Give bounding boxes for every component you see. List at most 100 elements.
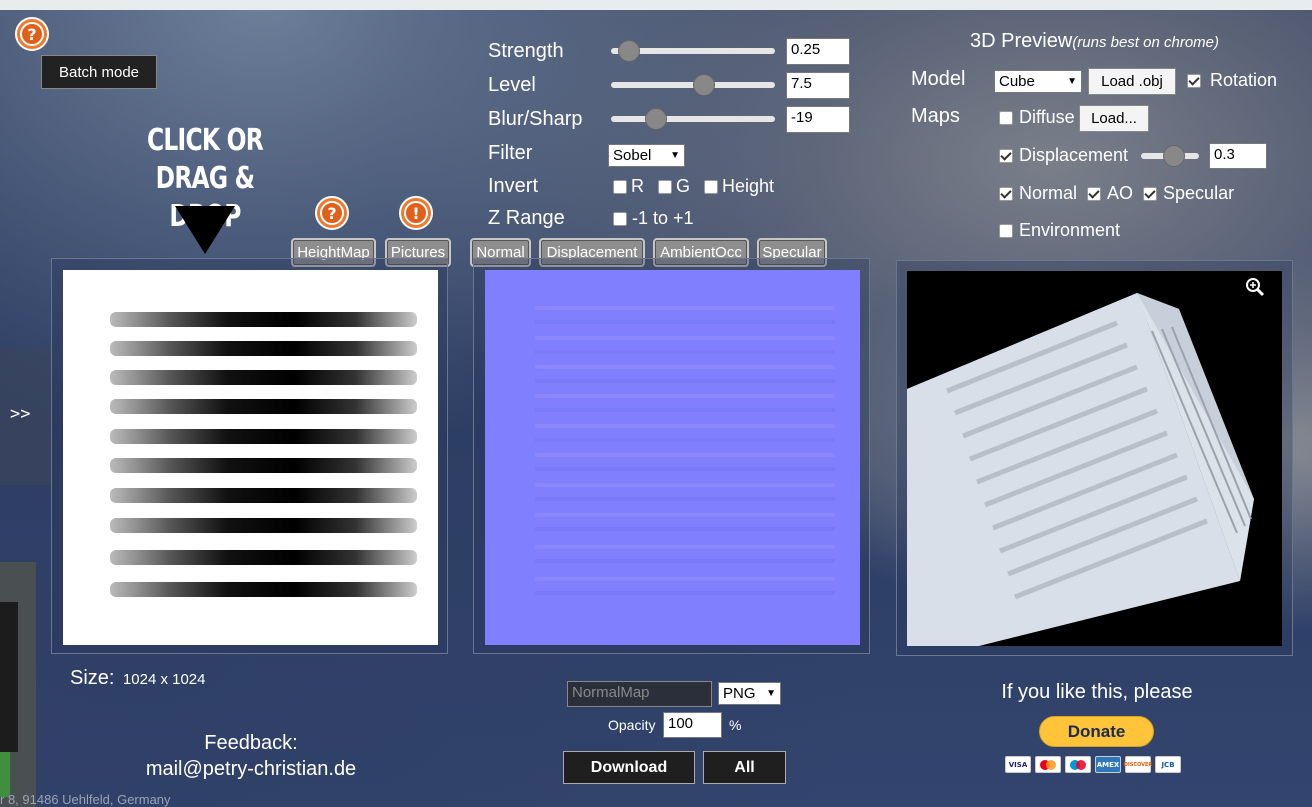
amex-card-icon: AMEX [1095,756,1121,773]
rotation-label: Rotation [1210,70,1278,90]
side-widget-green [0,752,10,797]
filter-select[interactable]: Sobel ▼ [608,144,685,167]
z-range-options: -1 to +1 [613,208,694,229]
rotation-checkbox[interactable] [1187,73,1201,88]
payment-cards: VISA AMEX DISCOVER JCB [1005,756,1181,773]
chevron-down-icon: ▼ [670,150,680,161]
maestro-card-icon [1065,756,1091,773]
diffuse-checkbox[interactable] [999,110,1013,125]
normal-checkbox[interactable] [999,186,1013,201]
visa-card-icon: VISA [1005,756,1031,773]
invert-r-label: R [631,176,644,196]
size-label: Size: [70,667,115,689]
opacity-percent: % [729,717,742,733]
donate-text: If you like this, please [1001,681,1193,703]
strength-input[interactable]: 0.25 [786,38,850,65]
normalmap-image[interactable] [485,270,860,645]
z-range-label: Z Range [488,207,565,229]
invert-r-checkbox[interactable] [613,179,627,194]
z-range-checkbox[interactable] [613,211,627,226]
diffuse-label: Diffuse [1019,107,1075,127]
blur-sharp-slider[interactable] [611,108,775,130]
displacement-slider-thumb[interactable] [1163,145,1185,167]
map-options-row: Normal AO Specular [999,183,1234,204]
blur-sharp-slider-thumb[interactable] [645,108,667,130]
specular-label: Specular [1163,183,1235,203]
model-select-value: Cube [999,73,1035,90]
environment-checkbox[interactable] [999,223,1013,238]
jcb-card-icon: JCB [1155,756,1181,773]
load-obj-button[interactable]: Load .obj [1088,68,1176,95]
drop-hint-line1: CLICK OR [147,123,264,158]
preview-panel[interactable] [896,260,1293,656]
level-input[interactable]: 7.5 [786,72,850,99]
filter-label: Filter [488,142,533,164]
preview-title: 3D Preview [970,30,1073,52]
feedback-block: Feedback: mail@petry-christian.de [130,730,372,782]
preview-note: (runs best on chrome) [1072,34,1219,51]
donate-button[interactable]: Donate [1039,716,1154,747]
expand-arrow-icon: >> [10,404,31,424]
environment-label: Environment [1019,220,1121,240]
maps-label: Maps [911,105,960,127]
diffuse-load-button[interactable]: Load... [1079,105,1149,132]
heightmap-panel[interactable] [51,258,448,654]
strength-slider[interactable] [611,40,775,62]
strength-slider-thumb[interactable] [618,40,640,62]
normal-map-label: Normal [1019,183,1078,203]
displacement-slider[interactable] [1141,145,1199,167]
opacity-label: Opacity [608,717,656,733]
strength-label: Strength [488,40,564,62]
invert-g-checkbox[interactable] [658,179,672,194]
displacement-label: Displacement [1019,145,1129,165]
blur-sharp-label: Blur/Sharp [488,108,583,130]
opacity-input[interactable]: 100 [663,712,722,738]
level-label: Level [488,74,536,96]
size-value: 1024 x 1024 [122,671,206,688]
invert-options: R G Height [613,176,774,197]
invert-g-label: G [676,176,691,196]
format-select-value: PNG [723,685,756,702]
chevron-down-icon: ▼ [766,688,776,699]
feedback-email-link[interactable]: mail@petry-christian.de [130,756,372,782]
ao-checkbox[interactable] [1087,186,1102,201]
heightmap-help-icon[interactable]: ? [315,196,349,230]
model-label: Model [911,68,966,90]
displacement-option: Displacement [999,145,1128,166]
download-button[interactable]: Download [563,751,695,784]
help-icon[interactable]: ? [15,17,49,51]
mastercard-icon [1035,756,1061,773]
invert-height-checkbox[interactable] [704,179,719,194]
invert-height-label: Height [722,176,775,196]
chevron-down-icon: ▼ [1067,76,1077,87]
side-widget-mark [0,602,18,752]
preview-canvas[interactable] [907,271,1282,646]
ao-label: AO [1107,183,1134,203]
normalmap-panel[interactable] [473,258,870,654]
blur-sharp-input[interactable]: -19 [786,106,850,133]
down-arrow-icon [175,206,235,254]
filename-input[interactable]: NormalMap [567,681,712,707]
top-strip [0,0,1312,10]
invert-label: Invert [488,175,539,197]
filter-select-value: Sobel [613,147,652,164]
feedback-label: Feedback: [204,732,298,754]
size-row: Size: 1024 x 1024 [70,667,206,690]
displacement-checkbox[interactable] [999,148,1013,163]
environment-option: Environment [999,220,1120,241]
format-select[interactable]: PNG ▼ [718,682,781,705]
level-slider[interactable] [611,74,775,96]
side-panel-toggle[interactable]: >> [0,350,52,485]
model-select[interactable]: Cube ▼ [994,70,1082,93]
batch-mode-button[interactable]: Batch mode [41,55,157,89]
footer-address: r 8, 91486 Uehlfeld, Germany [0,792,171,807]
heightmap-image[interactable] [63,270,438,645]
rotation-option: Rotation [1187,70,1277,91]
download-all-button[interactable]: All [703,751,786,784]
specular-checkbox[interactable] [1143,186,1158,201]
pictures-warning-icon[interactable]: ! [399,196,433,230]
displacement-input[interactable]: 0.3 [1209,143,1267,169]
level-slider-thumb[interactable] [693,74,715,96]
preview-title-row: 3D Preview(runs best on chrome) [970,30,1219,53]
z-range-option-label: -1 to +1 [632,208,694,228]
